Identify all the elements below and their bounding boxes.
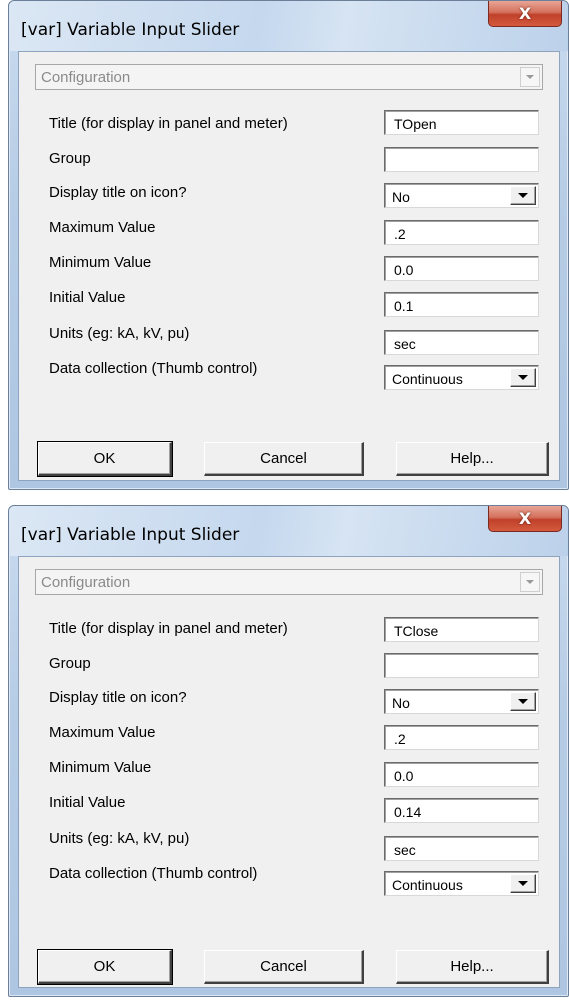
category-value: Configuration <box>41 574 131 591</box>
initial-value-input[interactable]: 0.14 <box>384 798 539 823</box>
data-collection-dropdown-button[interactable] <box>510 368 536 387</box>
category-select: Configuration <box>35 64 543 90</box>
dialog-body: Configuration Title (for display in pane… <box>18 556 560 988</box>
display-title-dropdown[interactable]: No <box>384 689 539 714</box>
variable-input-slider-dialog: [var] Variable Input Slider X Configurat… <box>8 505 569 997</box>
field-label-group: Group <box>49 655 91 672</box>
group-input[interactable] <box>384 653 539 678</box>
field-label-units: Units (eg: kA, kV, pu) <box>49 325 190 342</box>
chevron-down-icon <box>526 580 534 584</box>
units-input[interactable]: sec <box>384 330 539 355</box>
field-label-initial: Initial Value <box>49 289 126 306</box>
field-label-units: Units (eg: kA, kV, pu) <box>49 830 190 847</box>
dialog-titlebar[interactable]: [var] Variable Input Slider X <box>9 506 568 556</box>
field-label-minimum: Minimum Value <box>49 254 152 271</box>
field-label-group: Group <box>49 150 91 167</box>
close-button[interactable]: X <box>488 1 562 27</box>
chevron-down-icon <box>518 881 528 886</box>
dialog-title: [var] Variable Input Slider <box>21 20 240 40</box>
data-collection-dropdown-button[interactable] <box>510 874 536 893</box>
cancel-button[interactable]: Cancel <box>204 442 364 476</box>
data-collection-value: Continuous <box>392 371 463 387</box>
data-collection-value: Continuous <box>392 877 463 893</box>
ok-button[interactable]: OK <box>37 441 173 477</box>
chevron-down-icon <box>526 75 534 79</box>
field-label-data-collection: Data collection (Thumb control) <box>49 360 258 377</box>
help-button[interactable]: Help... <box>396 950 549 984</box>
dialog-title: [var] Variable Input Slider <box>21 525 240 545</box>
field-label-initial: Initial Value <box>49 794 126 811</box>
display-title-dropdown-button[interactable] <box>510 692 536 711</box>
dialog-titlebar[interactable]: [var] Variable Input Slider X <box>9 1 568 51</box>
maximum-value-input[interactable]: .2 <box>384 725 539 750</box>
group-input[interactable] <box>384 147 539 172</box>
field-label-maximum: Maximum Value <box>49 219 156 236</box>
category-value: Configuration <box>41 69 131 86</box>
data-collection-dropdown[interactable]: Continuous <box>384 871 539 896</box>
field-label-maximum: Maximum Value <box>49 724 156 741</box>
data-collection-dropdown[interactable]: Continuous <box>384 365 539 390</box>
field-label-title: Title (for display in panel and meter) <box>49 115 288 132</box>
chevron-down-icon <box>518 699 528 704</box>
close-icon: X <box>518 509 532 528</box>
title-input[interactable]: TOpen <box>384 110 539 135</box>
close-button[interactable]: X <box>488 506 562 532</box>
maximum-value-input[interactable]: .2 <box>384 220 539 245</box>
display-title-dropdown[interactable]: No <box>384 183 539 208</box>
chevron-down-icon <box>518 375 528 380</box>
close-icon: X <box>518 4 532 23</box>
field-label-display-title: Display title on icon? <box>49 184 187 201</box>
category-dropdown-button <box>520 572 540 592</box>
dialog-body: Configuration Title (for display in pane… <box>18 51 560 481</box>
initial-value-input[interactable]: 0.1 <box>384 292 539 317</box>
display-title-dropdown-button[interactable] <box>510 186 536 205</box>
chevron-down-icon <box>518 193 528 198</box>
field-label-display-title: Display title on icon? <box>49 689 187 706</box>
field-label-data-collection: Data collection (Thumb control) <box>49 865 258 882</box>
category-dropdown-button <box>520 67 540 87</box>
display-title-value: No <box>392 189 410 205</box>
title-input[interactable]: TClose <box>384 617 539 642</box>
field-label-minimum: Minimum Value <box>49 759 152 776</box>
units-input[interactable]: sec <box>384 836 539 861</box>
ok-button[interactable]: OK <box>37 949 173 985</box>
minimum-value-input[interactable]: 0.0 <box>384 762 539 787</box>
field-label-title: Title (for display in panel and meter) <box>49 620 288 637</box>
display-title-value: No <box>392 695 410 711</box>
cancel-button[interactable]: Cancel <box>204 950 364 984</box>
variable-input-slider-dialog: [var] Variable Input Slider X Configurat… <box>8 0 569 490</box>
help-button[interactable]: Help... <box>396 442 549 476</box>
minimum-value-input[interactable]: 0.0 <box>384 256 539 281</box>
category-select: Configuration <box>35 569 543 595</box>
